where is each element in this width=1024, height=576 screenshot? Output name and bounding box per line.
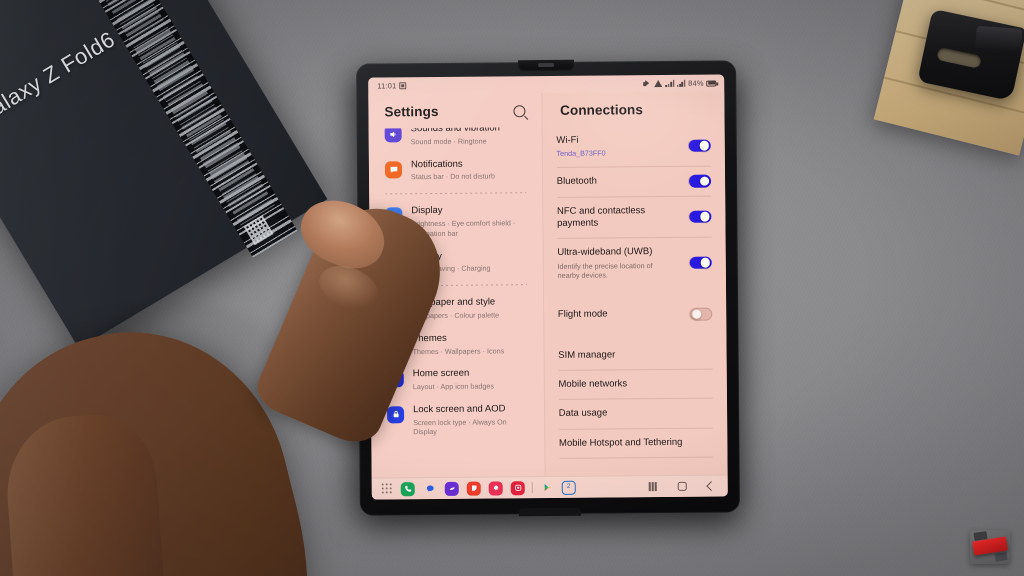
- photo-scene: Galaxy Z Fold6 11:01: [0, 0, 1024, 576]
- vignette: [0, 0, 1024, 576]
- channel-watermark: [970, 530, 1010, 564]
- watermark-key-dark-2: [994, 552, 1008, 562]
